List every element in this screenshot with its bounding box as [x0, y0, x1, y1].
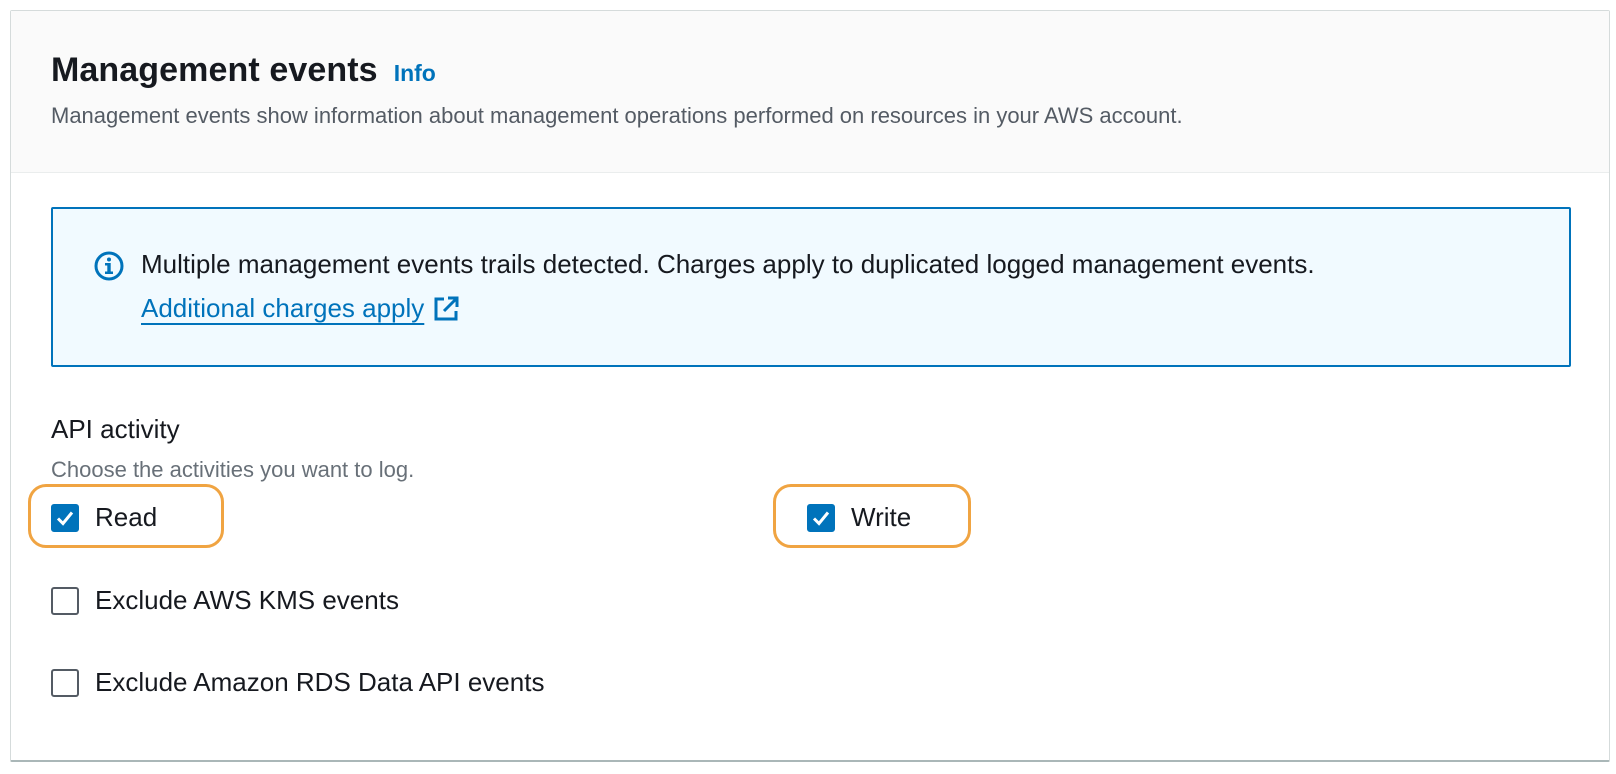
management-events-panel: Management events Info Management events… [10, 10, 1610, 762]
header-description: Management events show information about… [51, 103, 1183, 128]
exclude-rds-checkbox[interactable] [51, 668, 79, 697]
api-activity-title: API activity [51, 414, 180, 444]
additional-charges-link-label: Additional charges apply [141, 293, 425, 323]
write-checkbox-item[interactable]: Write [807, 502, 911, 533]
exclude-kms-label: Exclude AWS KMS events [95, 585, 399, 615]
additional-charges-link[interactable]: Additional charges apply [141, 293, 460, 324]
title-row: Management events Info [51, 51, 436, 90]
write-checkbox[interactable] [807, 503, 835, 532]
exclude-rds-label: Exclude Amazon RDS Data API events [95, 667, 545, 697]
info-alert: Multiple management events trails detect… [51, 207, 1571, 367]
external-link-icon [434, 296, 459, 320]
exclude-kms-checkbox-item[interactable]: Exclude AWS KMS events [51, 585, 399, 616]
exclude-rds-checkbox-item[interactable]: Exclude Amazon RDS Data API events [51, 667, 544, 698]
checkmark-icon [56, 511, 74, 526]
api-activity-description: Choose the activities you want to log. [51, 457, 415, 482]
read-checkbox[interactable] [51, 503, 79, 532]
page-title: Management events [51, 51, 378, 89]
write-label: Write [851, 502, 912, 532]
read-checkbox-item[interactable]: Read [51, 502, 157, 533]
read-label: Read [95, 502, 158, 532]
alert-message: Multiple management events trails detect… [141, 249, 1315, 279]
checkmark-icon [812, 511, 830, 526]
exclude-kms-checkbox[interactable] [51, 586, 79, 615]
info-circle-icon [94, 251, 124, 281]
panel-header: Management events Info Management events… [11, 11, 1609, 173]
info-link[interactable]: Info [394, 60, 436, 87]
